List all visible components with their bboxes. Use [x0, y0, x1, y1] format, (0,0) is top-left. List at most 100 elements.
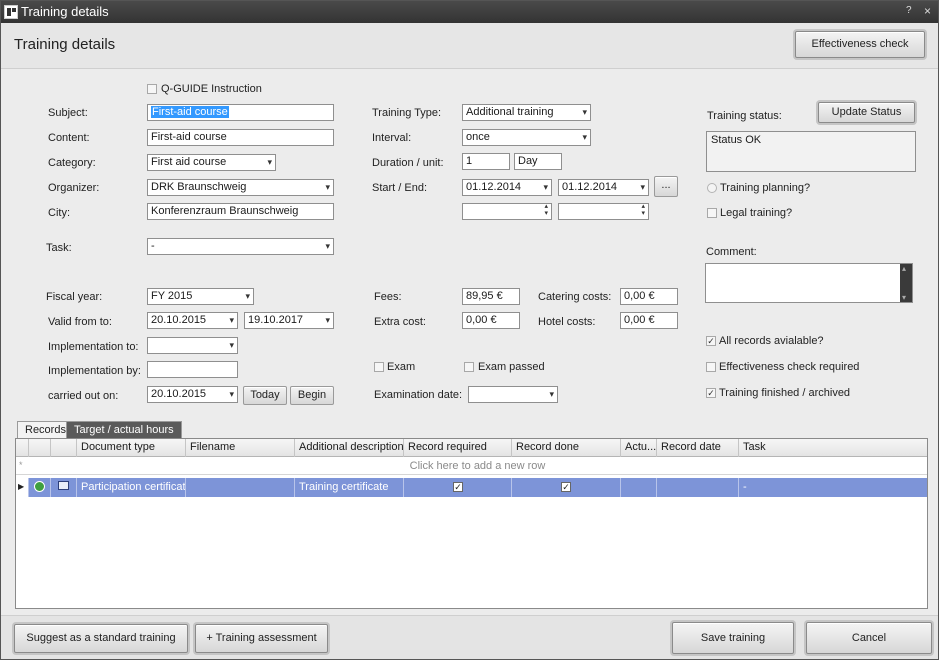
category-select[interactable]: First aid course	[147, 154, 276, 171]
training-finished-checkbox[interactable]: ✓	[706, 388, 716, 398]
exam-passed-label: Exam passed	[478, 361, 545, 373]
organizer-select[interactable]: DRK Braunschweig	[147, 179, 334, 196]
extra-cost-label: Extra cost:	[374, 316, 426, 328]
row-status-cell	[29, 478, 51, 497]
record-done-checkbox[interactable]: ✓	[561, 482, 571, 492]
column-header-record-required[interactable]: Record required	[404, 439, 512, 457]
implementation-by-input[interactable]	[147, 361, 238, 378]
cell-additional-description[interactable]: Training certificate	[295, 478, 404, 497]
header-status-cell	[29, 439, 51, 457]
header-icon-cell	[51, 439, 77, 457]
examination-date-label: Examination date:	[374, 389, 463, 401]
category-label: Category:	[48, 157, 96, 169]
column-header-actual[interactable]: Actu...	[621, 439, 657, 457]
tab-target-actual-hours[interactable]: Target / actual hours	[66, 421, 182, 438]
carried-out-on-label: carried out on:	[48, 390, 119, 402]
comment-textarea[interactable]	[705, 263, 913, 303]
date-picker-button[interactable]: ...	[654, 176, 678, 197]
training-planning-label: Training planning?	[720, 182, 811, 194]
city-input[interactable]: Konferenzraum Braunschweig	[147, 203, 334, 220]
grid-header: Document type Filename Additional descri…	[16, 439, 927, 457]
examination-date-select[interactable]	[468, 386, 558, 403]
extra-cost-input[interactable]: 0,00 €	[462, 312, 520, 329]
duration-unit-label: Duration / unit:	[372, 157, 444, 169]
help-icon[interactable]: ?	[906, 5, 912, 16]
record-required-checkbox[interactable]: ✓	[453, 482, 463, 492]
column-header-filename[interactable]: Filename	[186, 439, 295, 457]
training-finished-label: Training finished / archived	[719, 387, 851, 399]
effectiveness-check-button[interactable]: Effectiveness check	[795, 31, 925, 58]
valid-from-date[interactable]: 20.10.2015	[147, 312, 238, 329]
exam-checkbox[interactable]	[374, 362, 384, 372]
interval-label: Interval:	[372, 132, 412, 144]
city-label: City:	[48, 207, 70, 219]
legal-training-checkbox[interactable]	[707, 208, 717, 218]
implementation-to-label: Implementation to:	[48, 341, 139, 353]
subject-label: Subject:	[48, 107, 88, 119]
end-time-spinner[interactable]	[558, 203, 649, 220]
update-status-button[interactable]: Update Status	[818, 102, 915, 123]
duration-input[interactable]: 1	[462, 153, 510, 170]
column-header-additional-description[interactable]: Additional description	[295, 439, 404, 457]
subject-input[interactable]: First-aid course	[147, 104, 334, 121]
valid-from-to-label: Valid from to:	[48, 316, 112, 328]
qguide-checkbox[interactable]	[147, 84, 157, 94]
status-text: Status OK	[711, 134, 762, 146]
valid-to-date[interactable]: 19.10.2017	[244, 312, 334, 329]
exam-passed-checkbox[interactable]	[464, 362, 474, 372]
save-training-button[interactable]: Save training	[672, 622, 794, 654]
header-indicator-cell	[16, 439, 29, 457]
all-records-label: All records avialable?	[719, 335, 824, 347]
app-icon	[4, 5, 18, 19]
interval-select[interactable]: once	[462, 129, 591, 146]
training-status-label: Training status:	[707, 110, 782, 122]
fiscal-year-select[interactable]: FY 2015	[147, 288, 254, 305]
catering-costs-input[interactable]: 0,00 €	[620, 288, 678, 305]
training-type-select[interactable]: Additional training	[462, 104, 591, 121]
cell-filename[interactable]	[186, 478, 295, 497]
catering-costs-label: Catering costs:	[538, 291, 612, 303]
task-label: Task:	[46, 242, 72, 254]
content-input[interactable]: First-aid course	[147, 129, 334, 146]
today-button[interactable]: Today	[243, 386, 287, 405]
close-icon[interactable]: ×	[924, 4, 931, 18]
cell-actual[interactable]	[621, 478, 657, 497]
duration-unit-input[interactable]: Day	[514, 153, 562, 170]
column-header-record-done[interactable]: Record done	[512, 439, 621, 457]
cell-record-required[interactable]: ✓	[404, 478, 512, 497]
status-box: Status OK	[706, 131, 916, 172]
all-records-checkbox[interactable]: ✓	[706, 336, 716, 346]
effectiveness-required-checkbox[interactable]	[706, 362, 716, 372]
begin-button[interactable]: Begin	[290, 386, 334, 405]
start-date[interactable]: 01.12.2014	[462, 179, 552, 196]
records-grid: Document type Filename Additional descri…	[15, 438, 928, 609]
training-planning-radio[interactable]	[707, 183, 717, 193]
implementation-to-select[interactable]	[147, 337, 238, 354]
end-date[interactable]: 01.12.2014	[558, 179, 649, 196]
carried-out-on-date[interactable]: 20.10.2015	[147, 386, 238, 403]
cancel-button[interactable]: Cancel	[806, 622, 932, 654]
cell-record-date[interactable]	[657, 478, 739, 497]
start-time-spinner[interactable]	[462, 203, 552, 220]
organizer-label: Organizer:	[48, 182, 100, 194]
hotel-costs-input[interactable]: 0,00 €	[620, 312, 678, 329]
table-row[interactable]: ▶ Participation certificate Training cer…	[16, 478, 927, 497]
footer-bar: Suggest as a standard training + Trainin…	[1, 615, 938, 659]
attachment-icon[interactable]	[58, 481, 69, 490]
cell-record-done[interactable]: ✓	[512, 478, 621, 497]
new-row[interactable]: * Click here to add a new row	[16, 458, 927, 475]
training-assessment-button[interactable]: + Training assessment	[195, 624, 328, 653]
cell-task[interactable]: -	[739, 478, 927, 497]
suggest-standard-training-button[interactable]: Suggest as a standard training	[14, 624, 188, 653]
column-header-record-date[interactable]: Record date	[657, 439, 739, 457]
column-header-task[interactable]: Task	[739, 439, 927, 457]
subject-value: First-aid course	[151, 106, 229, 118]
task-select[interactable]: -	[147, 238, 334, 255]
record-status-icon	[34, 481, 45, 492]
comment-scrollbar[interactable]	[900, 264, 912, 302]
column-header-document-type[interactable]: Document type	[77, 439, 186, 457]
fees-input[interactable]: 89,95 €	[462, 288, 520, 305]
window-title: Training details	[21, 4, 109, 19]
cell-document-type[interactable]: Participation certificate	[77, 478, 186, 497]
legal-training-label: Legal training?	[720, 207, 793, 219]
